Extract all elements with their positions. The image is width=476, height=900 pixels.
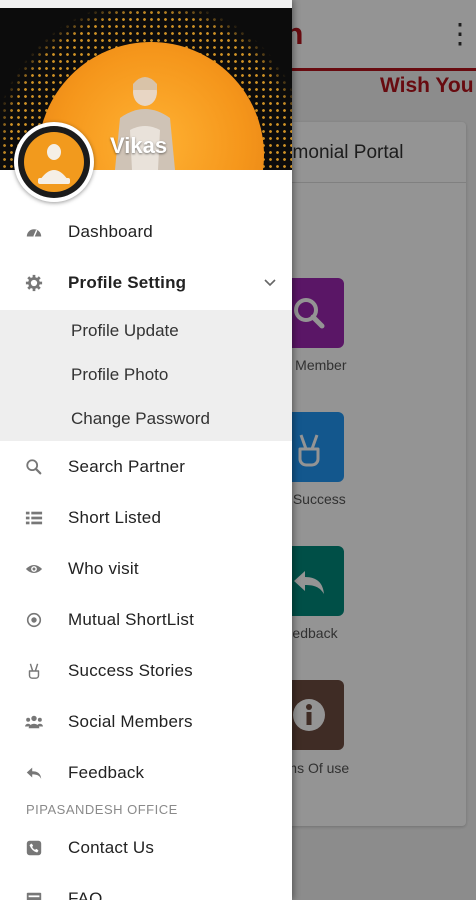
- menu-label: Short Listed: [68, 508, 162, 527]
- menu-item-mutual-shortlist[interactable]: Mutual ShortList: [0, 597, 292, 643]
- navigation-drawer: Vikas Dashboard Profile Setting Profile …: [0, 0, 292, 900]
- dashboard-icon: [24, 222, 44, 242]
- menu-label: Social Members: [68, 712, 193, 731]
- menu-item-social-members[interactable]: Social Members: [0, 699, 292, 745]
- menu-item-contact-us[interactable]: Contact Us: [0, 825, 292, 871]
- avatar-figure-image: [38, 144, 70, 184]
- radio-dot-icon: [24, 610, 44, 630]
- users-icon: [24, 712, 44, 732]
- menu-label: Search Partner: [68, 457, 186, 476]
- phone-icon: [24, 838, 44, 858]
- menu-label: Success Stories: [68, 661, 193, 680]
- menu-label: Contact Us: [68, 838, 155, 857]
- menu-item-dashboard[interactable]: Dashboard: [0, 209, 292, 255]
- gear-icon: [24, 273, 44, 293]
- search-icon: [24, 457, 44, 477]
- menu-label: Profile Setting: [68, 273, 187, 292]
- menu-label: Mutual ShortList: [68, 610, 195, 629]
- menu-label: Dashboard: [68, 222, 153, 241]
- faq-icon: [24, 889, 44, 900]
- submenu-label: Change Password: [71, 409, 210, 428]
- menu-label: Feedback: [68, 763, 145, 782]
- eye-icon: [24, 559, 44, 579]
- menu-item-success-stories[interactable]: Success Stories: [0, 648, 292, 694]
- submenu-label: Profile Update: [71, 321, 179, 340]
- list-icon: [24, 508, 44, 528]
- chevron-down-icon[interactable]: [262, 275, 278, 291]
- status-strip: [0, 0, 292, 8]
- submenu-item-profile-update[interactable]: Profile Update: [0, 310, 292, 354]
- menu-label: FAQ: [68, 889, 103, 900]
- submenu-label: Profile Photo: [71, 365, 169, 384]
- submenu-item-profile-photo[interactable]: Profile Photo: [0, 354, 292, 398]
- submenu-item-change-password[interactable]: Change Password: [0, 398, 292, 442]
- menu-label: Who visit: [68, 559, 139, 578]
- section-header-office: PIPASANDESH OFFICE: [26, 802, 178, 817]
- peace-hand-icon: [24, 661, 44, 681]
- menu-item-feedback[interactable]: Feedback: [0, 750, 292, 796]
- menu-item-profile-setting[interactable]: Profile Setting: [0, 260, 292, 306]
- user-name: Vikas: [110, 133, 168, 158]
- menu-item-who-visit[interactable]: Who visit: [0, 546, 292, 592]
- menu-item-faq[interactable]: FAQ: [0, 876, 292, 900]
- profile-setting-submenu: Profile Update Profile Photo Change Pass…: [0, 310, 292, 441]
- profile-avatar[interactable]: [14, 122, 94, 202]
- menu-item-short-listed[interactable]: Short Listed: [0, 495, 292, 541]
- menu-item-search-partner[interactable]: Search Partner: [0, 444, 292, 490]
- reply-icon: [24, 763, 44, 783]
